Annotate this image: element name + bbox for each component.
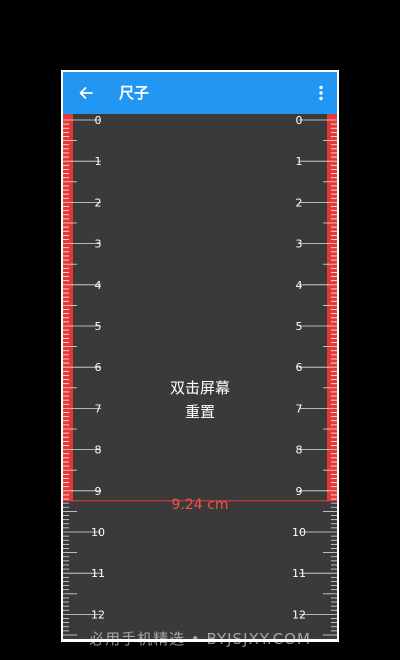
tick-label-left: 10: [91, 526, 105, 539]
tick-label-right: 3: [296, 238, 303, 251]
tick-label-left: 12: [91, 608, 105, 621]
tick-label-left: 6: [95, 361, 102, 374]
page-title: 尺子: [119, 84, 150, 102]
back-button[interactable]: [69, 76, 103, 110]
tick-label-right: 12: [292, 608, 306, 621]
tick-label-left: 9: [95, 485, 102, 498]
tick-label-left: 2: [95, 196, 102, 209]
phone-screen: 尺子 0 1 2 3 4 5 6 7 8 9 10 11 12 0 1 2 3 4 5 6 7 8 9 10 11 12 双击屏幕…: [61, 70, 339, 642]
tick-label-left: 11: [91, 567, 105, 580]
hint-line-1: 双击屏幕: [169, 379, 230, 397]
watermark-text: 必用手机精选 • BYJSJXY.COM: [89, 630, 311, 648]
tick-label-right: 6: [296, 361, 303, 374]
tick-label-left: 5: [95, 320, 102, 333]
arrow-back-icon: [79, 87, 93, 99]
tick-label-left: 1: [95, 155, 102, 168]
hint-line-2: 重置: [184, 403, 215, 421]
more-vert-icon: [319, 85, 323, 101]
tick-label-right: 11: [292, 567, 306, 580]
tick-label-right: 10: [292, 526, 306, 539]
reset-hint: 双击屏幕 重置: [63, 376, 337, 424]
tick-label-right: 4: [296, 279, 303, 292]
tick-label-right: 5: [296, 320, 303, 333]
overflow-menu-button[interactable]: [307, 76, 335, 110]
measured-strip-left: [63, 114, 73, 501]
tick-label-right: 9: [296, 485, 303, 498]
measurement-readout: 9.24 cm: [171, 497, 229, 513]
tick-label-right: 2: [296, 196, 303, 209]
ruler-canvas[interactable]: 0 1 2 3 4 5 6 7 8 9 10 11 12 0 1 2 3 4 5 6 7 8 9 10 11 12 双击屏幕 重置…: [63, 114, 337, 639]
tick-label-left: 8: [95, 444, 102, 457]
tick-label-right: 8: [296, 444, 303, 457]
tick-label-right: 0: [296, 114, 303, 127]
tick-label-left: 0: [95, 114, 102, 127]
tick-label-left: 3: [95, 238, 102, 251]
app-bar: 尺子: [63, 72, 337, 114]
measured-strip-right: [327, 114, 337, 501]
tick-label-right: 1: [296, 155, 303, 168]
tick-label-left: 4: [95, 279, 102, 292]
